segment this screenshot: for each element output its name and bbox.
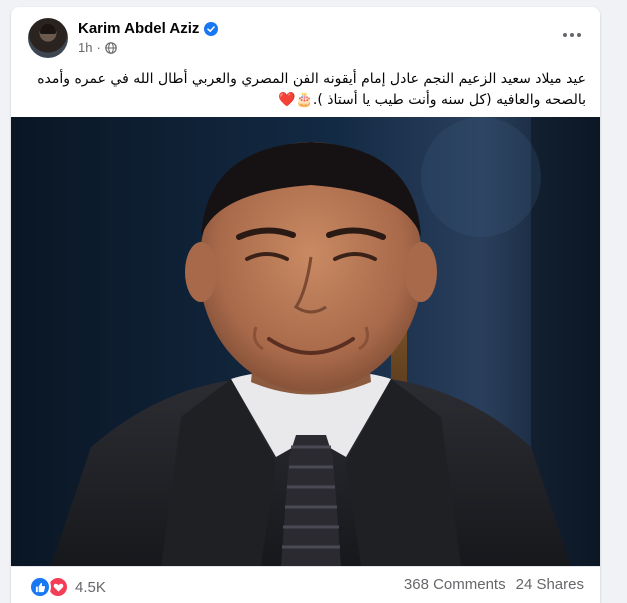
post-card: Karim Abdel Aziz 1h · عيد ميلاد سعيد الز… xyxy=(11,7,600,603)
globe-icon[interactable] xyxy=(105,41,117,54)
reaction-count[interactable]: 4.5K xyxy=(75,579,106,596)
more-dot xyxy=(577,33,581,37)
author-name-row: Karim Abdel Aziz xyxy=(78,20,219,38)
post-photo[interactable] xyxy=(11,117,600,566)
author-name[interactable]: Karim Abdel Aziz xyxy=(78,20,199,38)
post-timestamp[interactable]: 1h xyxy=(78,40,92,55)
more-dot xyxy=(563,33,567,37)
meta-separator: · xyxy=(96,40,101,55)
reactions-summary[interactable]: 4.5K xyxy=(29,576,106,598)
verified-badge-icon xyxy=(204,22,219,36)
post-message: عيد ميلاد سعيد الزعيم النجم عادل إمام أي… xyxy=(37,71,586,108)
post-header: Karim Abdel Aziz 1h · xyxy=(11,7,600,63)
post-meta: 1h · xyxy=(78,40,117,55)
comments-count[interactable]: 368 Comments xyxy=(404,576,506,593)
engagement-stats: 368 Comments 24 Shares xyxy=(404,576,584,593)
post-footer: 4.5K 368 Comments 24 Shares xyxy=(11,566,600,603)
more-dot xyxy=(570,33,574,37)
like-icon[interactable] xyxy=(29,576,51,598)
more-options-icon[interactable] xyxy=(558,21,586,49)
shares-count[interactable]: 24 Shares xyxy=(516,576,584,593)
author-avatar[interactable] xyxy=(28,18,68,58)
